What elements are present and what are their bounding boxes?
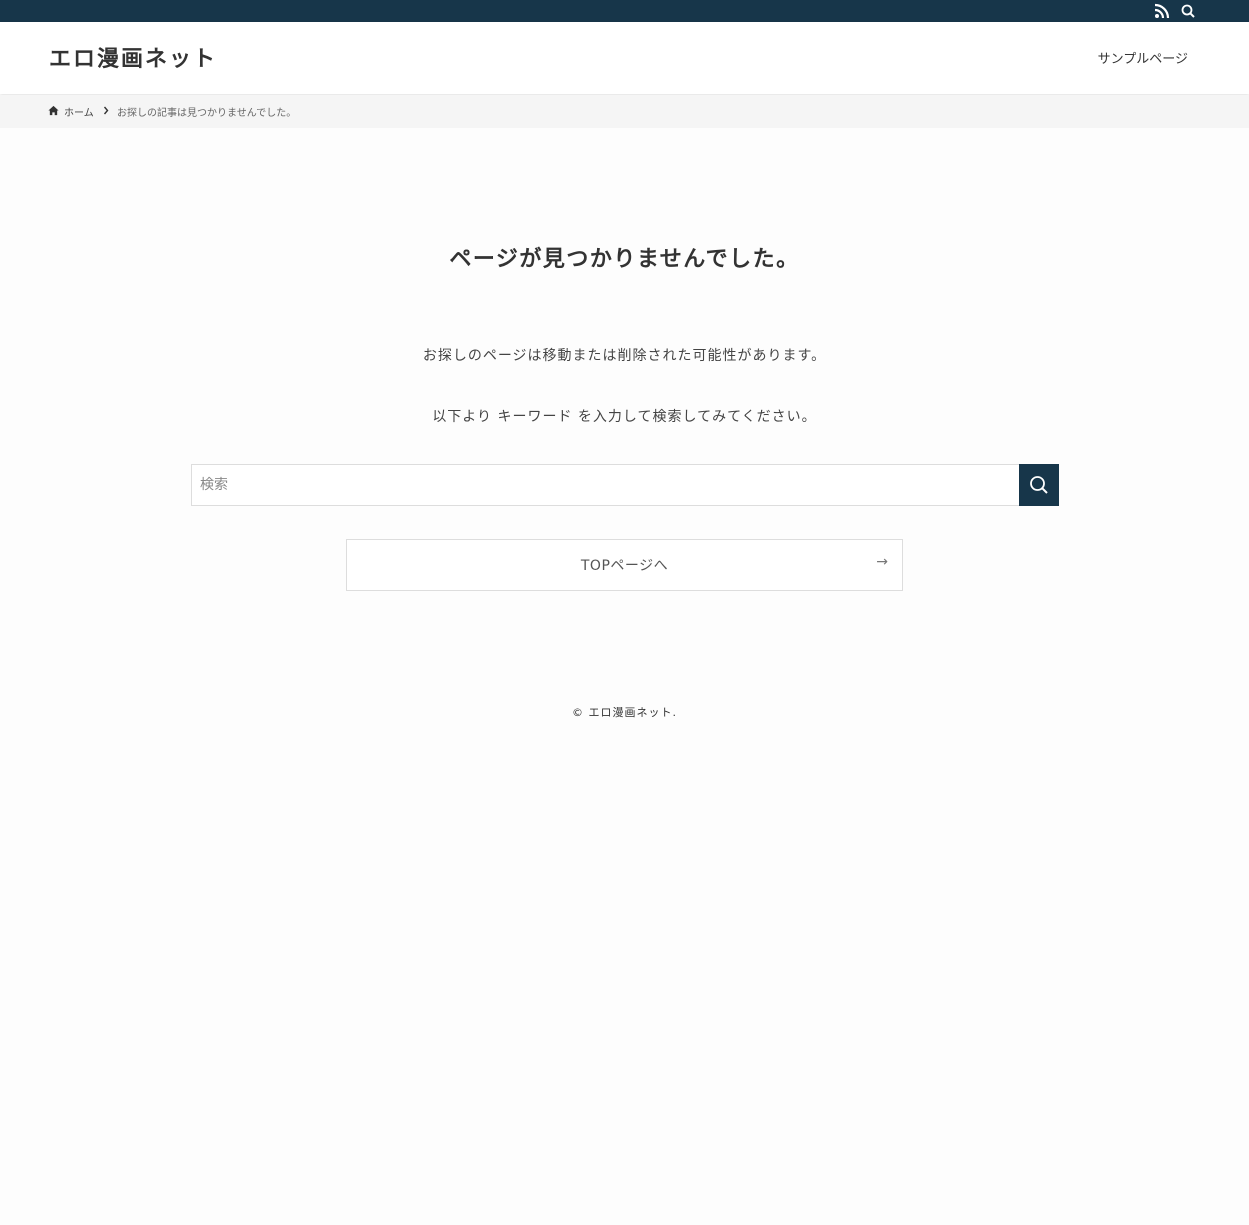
not-found-message: お探しのページは移動または削除された可能性があります。	[422, 348, 827, 364]
site-header: エロ漫画ネット サンプルページ	[0, 22, 1249, 94]
home-icon	[48, 105, 59, 116]
search-icon[interactable]	[1180, 3, 1196, 19]
search-instruction: 以下より キーワード を入力して検索してみてください。	[432, 409, 817, 425]
top-bar	[0, 0, 1249, 22]
breadcrumb-home-link[interactable]: ホーム	[64, 104, 94, 119]
search-form	[191, 464, 1059, 506]
search-button[interactable]	[1019, 464, 1059, 506]
site-title[interactable]: エロ漫画ネット	[49, 41, 217, 73]
breadcrumb-current: お探しの記事は見つかりませんでした。	[117, 108, 297, 119]
arrow-right-icon: →	[876, 554, 888, 570]
rss-icon[interactable]	[1154, 3, 1170, 19]
search-input[interactable]	[191, 464, 1020, 506]
page-title: ページが見つかりませんでした。	[449, 247, 800, 272]
nav-item-sample-page[interactable]: サンプルページ	[1098, 48, 1188, 67]
search-icon	[1030, 476, 1048, 494]
top-page-button[interactable]: TOPページへ →	[346, 539, 903, 591]
top-page-button-label: TOPページへ	[580, 558, 669, 574]
breadcrumb: ホーム お探しの記事は見つかりませんでした。	[0, 95, 1249, 128]
chevron-right-icon	[103, 106, 109, 115]
copyright: © エロ漫画ネット.	[572, 706, 677, 719]
